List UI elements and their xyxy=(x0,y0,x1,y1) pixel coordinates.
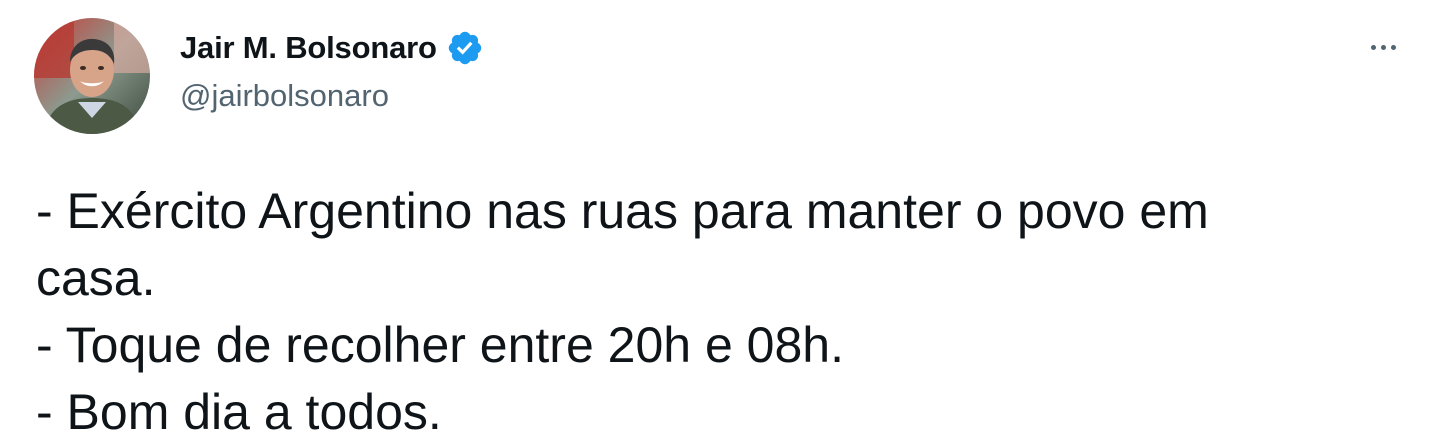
tweet-text-line: - Toque de recolher entre 20h e 08h. xyxy=(36,317,844,373)
tweet-text-line: - Bom dia a todos. xyxy=(36,384,442,440)
tweet-card: Jair M. Bolsonaro @jairbolsonaro - Exérc… xyxy=(0,0,1440,446)
avatar-image xyxy=(34,18,150,134)
verified-badge-icon xyxy=(446,29,484,67)
tweet-text-line: casa. xyxy=(36,250,156,306)
avatar[interactable] xyxy=(34,18,150,134)
tweet-text-line: - Exército Argentino nas ruas para mante… xyxy=(36,183,1209,239)
tweet-text: - Exército Argentino nas ruas para mante… xyxy=(36,178,1406,446)
more-options-icon[interactable] xyxy=(1360,30,1406,64)
author-name-row: Jair M. Bolsonaro xyxy=(180,26,484,70)
author-handle[interactable]: @jairbolsonaro xyxy=(180,78,389,114)
author-display-name[interactable]: Jair M. Bolsonaro xyxy=(180,30,437,66)
